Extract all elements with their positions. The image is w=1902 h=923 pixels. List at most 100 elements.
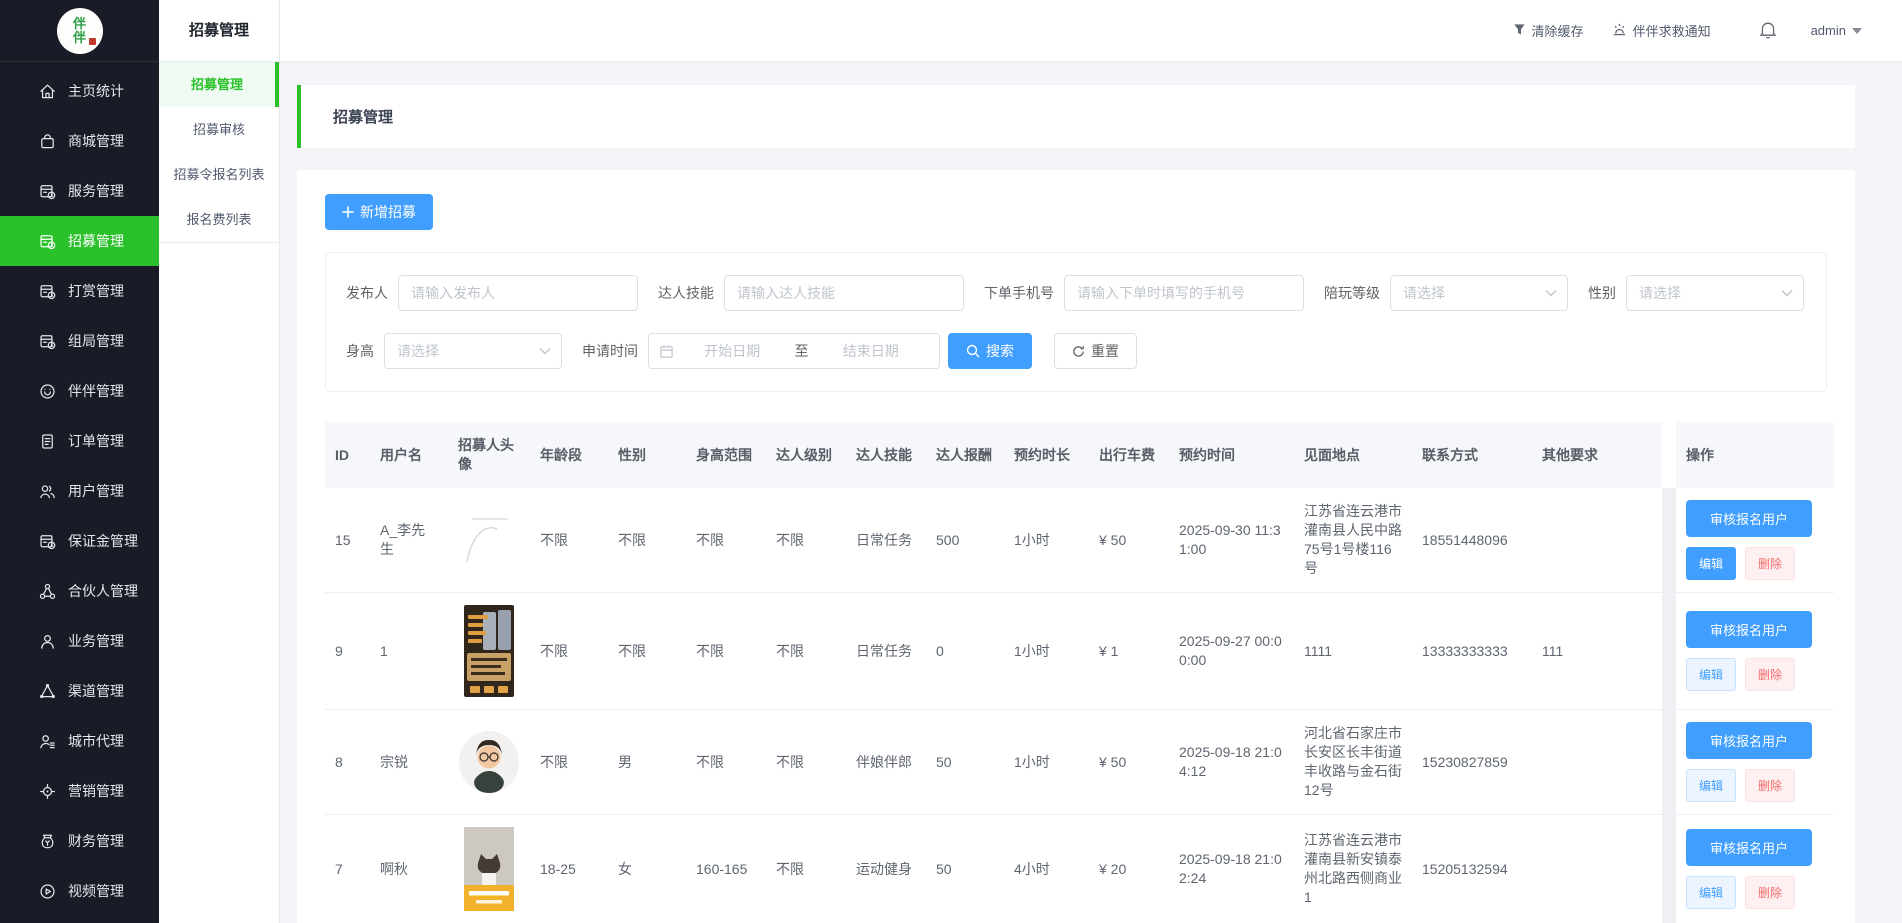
review-applicants-button[interactable]: 审核报名用户 [1686, 611, 1812, 648]
cell-height-range: 不限 [686, 710, 766, 815]
cell-skill: 日常任务 [846, 488, 926, 593]
sidebar-item-label: 组局管理 [68, 331, 124, 351]
search-button[interactable]: 搜索 [948, 333, 1032, 369]
cell-contact: 15205132594 [1412, 815, 1532, 923]
sidebar-item-7[interactable]: 伴伴管理 [0, 366, 159, 416]
height-select[interactable]: 请选择 [384, 333, 562, 369]
clipboard-clock-icon [38, 282, 57, 301]
sidebar-item-label: 视频管理 [68, 881, 124, 901]
app-layout: 伴 伴 主页统计商城管理服务管理招募管理打赏管理组局管理伴伴管理订单管理用户管理… [0, 0, 1902, 923]
review-applicants-button[interactable]: 审核报名用户 [1686, 500, 1812, 537]
column-header-3: 招募人头像 [448, 422, 530, 488]
cell-height-range: 不限 [686, 488, 766, 593]
apply-time-range-picker[interactable]: 开始日期 至 结束日期 [648, 333, 940, 369]
apply-time-label: 申请时间 [582, 341, 638, 361]
cell-pay: 0 [926, 593, 1004, 710]
sidebar-item-4[interactable]: 招募管理 [0, 216, 159, 266]
sidebar-item-10[interactable]: 保证金管理 [0, 516, 159, 566]
submenu-item-4[interactable]: 报名费列表 [159, 197, 279, 242]
chevron-down-icon [1545, 289, 1557, 297]
sidebar-item-5[interactable]: 打赏管理 [0, 266, 159, 316]
edit-button[interactable]: 编辑 [1686, 547, 1736, 580]
notification-bell-button[interactable] [1759, 21, 1777, 40]
users-icon [38, 482, 57, 501]
reset-button[interactable]: 重置 [1054, 333, 1137, 369]
publisher-input[interactable] [398, 275, 638, 311]
delete-button[interactable]: 删除 [1745, 547, 1795, 580]
cell-skill: 日常任务 [846, 593, 926, 710]
refresh-icon [1072, 345, 1085, 358]
edit-button[interactable]: 编辑 [1686, 658, 1736, 691]
submenu-item-2[interactable]: 招募审核 [159, 107, 279, 152]
cell-fare: ¥ 50 [1089, 488, 1169, 593]
cell-location: 江苏省连云港市灌南县人民中路75号1号楼116号 [1294, 488, 1412, 593]
sidebar-item-label: 服务管理 [68, 181, 124, 201]
sidebar-item-label: 财务管理 [68, 831, 124, 851]
sidebar-item-16[interactable]: 财务管理 [0, 816, 159, 866]
column-header-13: 见面地点 [1294, 422, 1412, 488]
skill-input[interactable] [724, 275, 964, 311]
column-header-15: 其他要求 [1532, 422, 1662, 488]
table-row: 7啊秋18-25女160-165不限运动健身504小时¥ 202025-09-1… [325, 815, 1834, 923]
cell-level: 不限 [766, 488, 846, 593]
delete-button[interactable]: 删除 [1745, 769, 1795, 802]
filter-panel: 发布人 达人技能 下单手机号 陪玩等级 [325, 252, 1827, 392]
sidebar-item-label: 合伙人管理 [68, 581, 138, 601]
review-applicants-button[interactable]: 审核报名用户 [1686, 829, 1812, 866]
cell-fare: ¥ 20 [1089, 815, 1169, 923]
start-date-input[interactable]: 开始日期 [674, 341, 791, 361]
cell-location: 江苏省连云港市灌南县新安镇泰州北路西侧商业1 [1294, 815, 1412, 923]
cell-gender: 不限 [608, 488, 686, 593]
sidebar-item-14[interactable]: 城市代理 [0, 716, 159, 766]
user-menu[interactable]: admin [1811, 23, 1862, 38]
edit-button[interactable]: 编辑 [1686, 769, 1736, 802]
secondary-sidebar: 招募管理 招募管理招募审核招募令报名列表报名费列表 [159, 0, 280, 923]
sidebar-item-8[interactable]: 订单管理 [0, 416, 159, 466]
delete-button[interactable]: 删除 [1745, 658, 1795, 691]
cell-other [1532, 488, 1662, 593]
sidebar-item-17[interactable]: 视频管理 [0, 866, 159, 916]
end-date-input[interactable]: 结束日期 [813, 341, 930, 361]
sidebar-item-3[interactable]: 服务管理 [0, 166, 159, 216]
sidebar-item-15[interactable]: 营销管理 [0, 766, 159, 816]
add-recruit-button[interactable]: 新增招募 [325, 194, 433, 230]
sidebar-item-label: 招募管理 [68, 231, 124, 251]
sidebar-item-12[interactable]: 业务管理 [0, 616, 159, 666]
scrollbar-gutter [1662, 488, 1676, 593]
sidebar-item-1[interactable]: 主页统计 [0, 66, 159, 116]
sidebar-item-6[interactable]: 组局管理 [0, 316, 159, 366]
scrollbar-gutter [1662, 422, 1676, 488]
edit-button[interactable]: 编辑 [1686, 876, 1736, 909]
column-header-10: 预约时长 [1004, 422, 1089, 488]
page-title-bar: 招募管理 [297, 85, 1855, 148]
order-phone-input[interactable] [1064, 275, 1304, 311]
column-header-2: 用户名 [370, 422, 448, 488]
sos-notice-button[interactable]: 伴伴求救通知 [1612, 21, 1711, 40]
sidebar-item-13[interactable]: 渠道管理 [0, 666, 159, 716]
cell-duration: 1小时 [1004, 710, 1089, 815]
clipboard-clock-icon [38, 182, 57, 201]
clear-cache-button[interactable]: 清除缓存 [1513, 21, 1584, 40]
recruit-table: ID用户名招募人头像年龄段性别身高范围达人级别达人技能达人报酬预约时长出行车费预… [325, 422, 1827, 923]
cell-time: 2025-09-30 11:31:00 [1169, 488, 1294, 593]
main-column: 清除缓存 伴伴求救通知 admin 招募管理 新增招募 [280, 0, 1902, 923]
submenu-item-1[interactable]: 招募管理 [159, 62, 279, 107]
cell-duration: 4小时 [1004, 815, 1089, 923]
sidebar-item-11[interactable]: 合伙人管理 [0, 566, 159, 616]
companion-level-select[interactable]: 请选择 [1390, 275, 1568, 311]
sidebar-item-9[interactable]: 用户管理 [0, 466, 159, 516]
content-area: 招募管理 新增招募 发布人 达人技能 [280, 62, 1902, 923]
cell-location: 河北省石家庄市长安区长丰街道丰收路与金石街12号 [1294, 710, 1412, 815]
column-header-16: 操作 [1676, 422, 1834, 488]
delete-button[interactable]: 删除 [1745, 876, 1795, 909]
sidebar-item-2[interactable]: 商城管理 [0, 116, 159, 166]
gender-select[interactable]: 请选择 [1626, 275, 1804, 311]
review-applicants-button[interactable]: 审核报名用户 [1686, 722, 1812, 759]
submenu-item-3[interactable]: 招募令报名列表 [159, 152, 279, 197]
cell-id: 9 [325, 593, 370, 710]
clipboard-clock-icon [38, 332, 57, 351]
sidebar-item-label: 打赏管理 [68, 281, 124, 301]
column-header-14: 联系方式 [1412, 422, 1532, 488]
height-label: 身高 [346, 341, 374, 361]
clipboard-clock-icon [38, 232, 57, 251]
